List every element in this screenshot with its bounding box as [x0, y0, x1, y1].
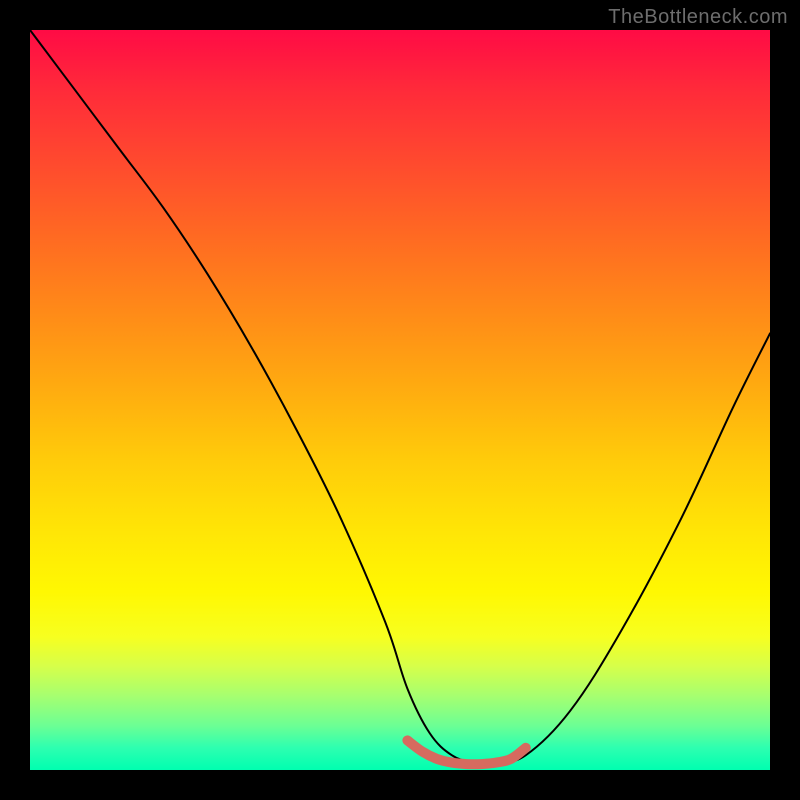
plot-area [30, 30, 770, 770]
watermark-label: TheBottleneck.com [608, 6, 788, 29]
bottom-highlight [407, 740, 525, 764]
curve-layer [30, 30, 770, 770]
chart-frame: TheBottleneck.com [0, 0, 800, 800]
bottleneck-curve [30, 30, 770, 764]
